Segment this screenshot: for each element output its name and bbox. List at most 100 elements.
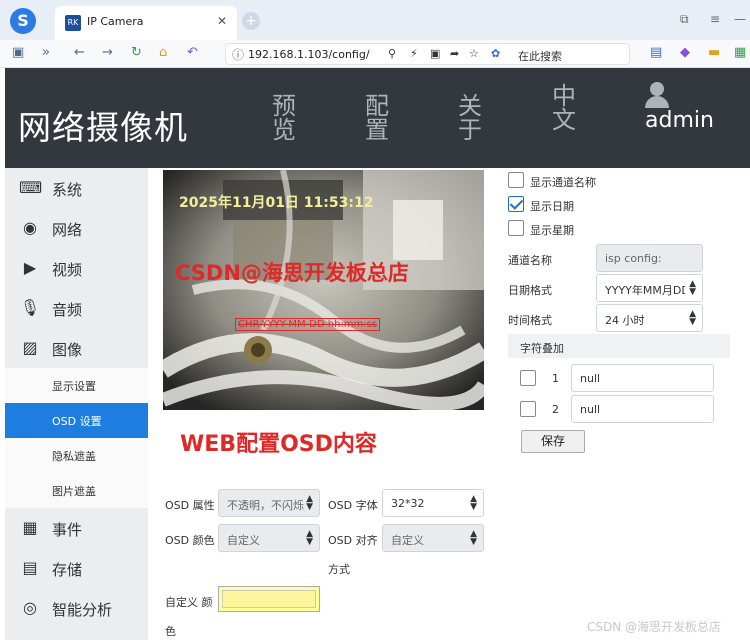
show-date-checkbox[interactable] [508,196,524,212]
save-button[interactable]: 保存 [521,430,585,453]
folder-icon[interactable]: ▬ [708,45,720,60]
sidebar-item-system[interactable]: ⌨ 系统 [5,168,148,208]
sidebar-item-event[interactable]: ▦ 事件 [5,508,148,548]
osd-attr-select[interactable]: 不透明，不闪烁 ▲ ▼ [218,489,320,517]
osd-color-select[interactable]: 自定义 ▲ ▼ [218,524,320,552]
sub-item-label: OSD 设置 [52,415,102,428]
browser-tab[interactable]: RK IP Camera ✕ [55,6,237,40]
app-header: 网络摄像机 预览 配置 关于 中文 admin [5,68,750,168]
user-icon [645,82,669,110]
key-icon[interactable]: ⚲ [388,47,396,60]
undo-icon[interactable]: ↶ [187,45,198,60]
favicon-icon: RK [65,15,81,31]
sidebar: ⌨ 系统 ◉ 网络 ▶ 视频 🎙 音频 ▨ 图像 显示设置 OSD 设置 隐私遮… [5,168,148,640]
home-icon[interactable]: ⌂ [159,45,167,60]
info-icon[interactable]: ⓘ [232,46,244,63]
image-icon: ▨ [22,338,38,357]
new-tab-button[interactable]: + [242,12,260,30]
osd-align-label-2: 方式 [328,563,350,576]
channel-name-input[interactable]: isp config: [596,244,703,272]
sidebar-item-storage[interactable]: ▤ 存储 [5,548,148,588]
select-arrow-icon: ▲ ▼ [689,309,696,327]
show-channel-name-checkbox[interactable] [508,172,524,188]
browser-toolbar: ▣ » ← → ↻ ⌂ ↶ ⓘ 192.168.1.103/config/ ⚲ … [0,40,750,68]
color-swatch [222,590,316,608]
screenshot-icon[interactable]: ▣ [430,47,440,60]
osd-time-overlay: 2025年11月01日 11:53:12 [179,195,374,211]
overlay-1-number: 1 [552,372,559,385]
select-value: YYYY年MM月DD日 [605,284,685,297]
osd-color-label: OSD 颜色 [165,534,215,547]
sidebar-item-label: 网络 [52,221,83,239]
analysis-icon: ◎ [23,598,37,617]
nav-preview[interactable]: 预览 [270,94,298,142]
sidebar-item-label: 事件 [52,521,83,539]
select-arrow-icon: ▲ ▼ [470,529,477,547]
double-chevron-icon[interactable]: » [42,45,50,60]
sidebar-item-image[interactable]: ▨ 图像 [5,328,148,368]
translate-icon[interactable]: ▤ [650,45,662,60]
select-arrow-icon: ▲ ▼ [306,494,313,512]
sidebar-item-label: 存储 [52,561,83,579]
reload-icon[interactable]: ↻ [131,45,142,60]
keyboard-icon: ⌨ [19,178,43,197]
nav-language[interactable]: 中文 [550,84,578,132]
sidebar-item-network[interactable]: ◉ 网络 [5,208,148,248]
minimize-icon[interactable]: — [734,12,746,26]
sidebar-item-analysis[interactable]: ◎ 智能分析 [5,588,148,628]
custom-color-picker[interactable] [218,586,320,612]
select-value: 自定义 [391,534,424,547]
paw-icon[interactable]: ✿ [491,47,500,60]
sidebar-item-label: 系统 [52,181,83,199]
nav-about[interactable]: 关于 [456,94,484,142]
video-icon: ▶ [23,258,37,277]
select-arrow-icon: ▲ ▼ [470,494,477,512]
osd-font-select[interactable]: 32*32 ▲ ▼ [382,489,484,517]
star-icon[interactable]: ☆ [469,47,479,60]
custom-color-label: 自定义 颜 [165,596,213,609]
microphone-icon: 🎙 [19,298,41,317]
browser-tabbar: S RK IP Camera ✕ + ⧉ ≡ — [0,0,750,40]
overlay-2-checkbox[interactable] [520,401,536,417]
username[interactable]: admin [645,108,714,133]
browser-logo-icon[interactable]: S [10,8,36,34]
date-format-label: 日期格式 [508,284,552,297]
overlay-1-input[interactable]: null [571,364,714,392]
overlay-1-checkbox[interactable] [520,370,536,386]
sidebar-item-audio[interactable]: 🎙 音频 [5,288,148,328]
sub-item-label: 隐私遮盖 [52,450,96,463]
sidebar-sub-osd-settings[interactable]: OSD 设置 [5,403,148,438]
globe-icon: ◉ [23,218,37,237]
close-tab-icon[interactable]: ✕ [217,14,227,28]
sidebar-sub-picture-mask[interactable]: 图片遮盖 [5,473,148,508]
show-channel-name-label: 显示通道名称 [530,176,596,189]
input-value: isp config: [605,252,662,265]
search-engine-label[interactable]: 在此搜索 [518,48,562,64]
sidebar-sub-display-settings[interactable]: 显示设置 [5,368,148,403]
menu-icon[interactable]: ≡ [710,12,720,26]
apps-icon[interactable]: ▦ [734,45,746,60]
select-value: 32*32 [391,497,425,510]
overlay-2-input[interactable]: null [571,395,714,423]
nav-config[interactable]: 配置 [363,94,391,142]
back-icon[interactable]: ← [74,45,85,60]
forward-icon[interactable]: → [102,45,113,60]
address-bar[interactable]: ⓘ 192.168.1.103/config/ ⚲ ⚡ ▣ ➦ ☆ ✿ 在此搜索 [225,43,630,65]
sidebar-item-video[interactable]: ▶ 视频 [5,248,148,288]
tab-list-icon[interactable]: ⧉ [680,12,689,27]
footer-watermark: CSDN @海思开发板总店 [587,620,722,634]
show-week-checkbox[interactable] [508,220,524,236]
sidebar-sub-privacy-mask[interactable]: 隐私遮盖 [5,438,148,473]
custom-color-label-2: 色 [165,625,176,638]
sidebar-toggle-icon[interactable]: ▣ [12,45,24,60]
input-value: null [580,403,601,416]
time-format-select[interactable]: 24 小时 ▲ ▼ [596,304,703,332]
select-value: 自定义 [227,534,260,547]
camera-preview[interactable]: 2025年11月01日 11:53:12 CSDN@海思开发板总店 CHR-YY… [163,170,484,410]
url-text[interactable]: 192.168.1.103/config/ [248,48,370,61]
date-format-select[interactable]: YYYY年MM月DD日 ▲▼ [596,274,703,302]
lightning-icon[interactable]: ⚡ [410,47,418,60]
osd-align-select[interactable]: 自定义 ▲ ▼ [382,524,484,552]
share-icon[interactable]: ➦ [450,47,459,60]
extension-icon[interactable]: ◆ [680,45,690,60]
